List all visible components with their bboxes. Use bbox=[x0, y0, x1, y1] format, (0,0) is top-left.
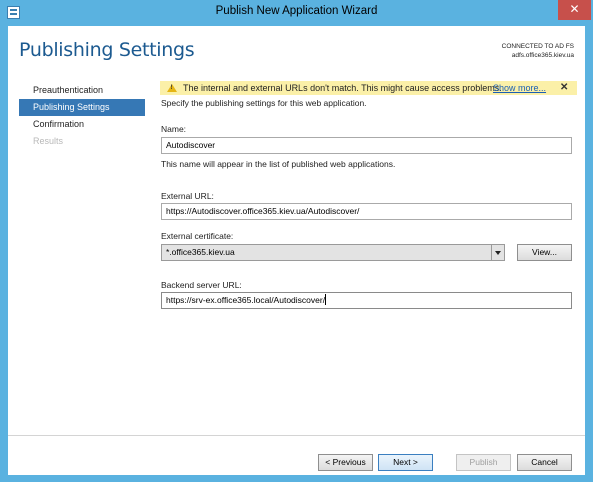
nav-item-results: Results bbox=[33, 136, 64, 146]
close-window-button[interactable]: ✕ bbox=[558, 0, 591, 20]
name-label: Name: bbox=[161, 124, 187, 134]
backend-url-input[interactable]: https://srv-ex.office365.local/Autodisco… bbox=[161, 292, 572, 309]
name-help-text: This name will appear in the list of pub… bbox=[161, 159, 396, 169]
dismiss-warning-icon[interactable]: ✕ bbox=[560, 82, 568, 93]
connection-label: CONNECTED TO AD FS bbox=[501, 43, 574, 50]
external-url-label: External URL: bbox=[161, 191, 214, 201]
name-input[interactable]: Autodiscover bbox=[161, 137, 572, 154]
next-button[interactable]: Next > bbox=[378, 454, 433, 471]
backend-url-value: https://srv-ex.office365.local/Autodisco… bbox=[166, 295, 326, 305]
warning-text: The internal and external URLs don't mat… bbox=[183, 83, 502, 93]
warning-banner: The internal and external URLs don't mat… bbox=[160, 81, 577, 95]
window-title: Publish New Application Wizard bbox=[215, 5, 378, 17]
wizard-steps-nav: Preauthentication Publishing Settings Co… bbox=[19, 82, 145, 150]
nav-item-publishing-settings[interactable]: Publishing Settings bbox=[19, 99, 145, 116]
publish-button: Publish bbox=[456, 454, 511, 471]
external-certificate-label: External certificate: bbox=[161, 231, 234, 241]
title-bar[interactable]: Publish New Application Wizard ✕ bbox=[0, 0, 593, 26]
wizard-window: Publish New Application Wizard ✕ Publish… bbox=[0, 0, 593, 482]
show-more-link[interactable]: Show more... bbox=[493, 83, 546, 93]
nav-item-preauthentication[interactable]: Preauthentication bbox=[19, 82, 145, 99]
connection-info: CONNECTED TO AD FS adfs.office365.kiev.u… bbox=[502, 42, 574, 60]
warning-icon bbox=[167, 84, 177, 92]
view-certificate-button[interactable]: View... bbox=[517, 244, 572, 261]
intro-text: Specify the publishing settings for this… bbox=[161, 98, 367, 108]
page-title: Publishing Settings bbox=[19, 39, 195, 61]
external-certificate-value: *.office365.kiev.ua bbox=[166, 247, 235, 257]
nav-item-confirmation[interactable]: Confirmation bbox=[19, 116, 145, 133]
footer-divider bbox=[8, 435, 585, 436]
cancel-button[interactable]: Cancel bbox=[517, 454, 572, 471]
connection-server: adfs.office365.kiev.ua bbox=[511, 52, 574, 59]
chevron-down-icon[interactable] bbox=[491, 245, 504, 260]
backend-url-label: Backend server URL: bbox=[161, 280, 242, 290]
external-certificate-select[interactable]: *.office365.kiev.ua bbox=[161, 244, 505, 261]
previous-button[interactable]: < Previous bbox=[318, 454, 373, 471]
wizard-client-area: Publishing Settings CONNECTED TO AD FS a… bbox=[8, 26, 585, 475]
external-url-input[interactable]: https://Autodiscover.office365.kiev.ua/A… bbox=[161, 203, 572, 220]
text-cursor bbox=[325, 294, 327, 305]
